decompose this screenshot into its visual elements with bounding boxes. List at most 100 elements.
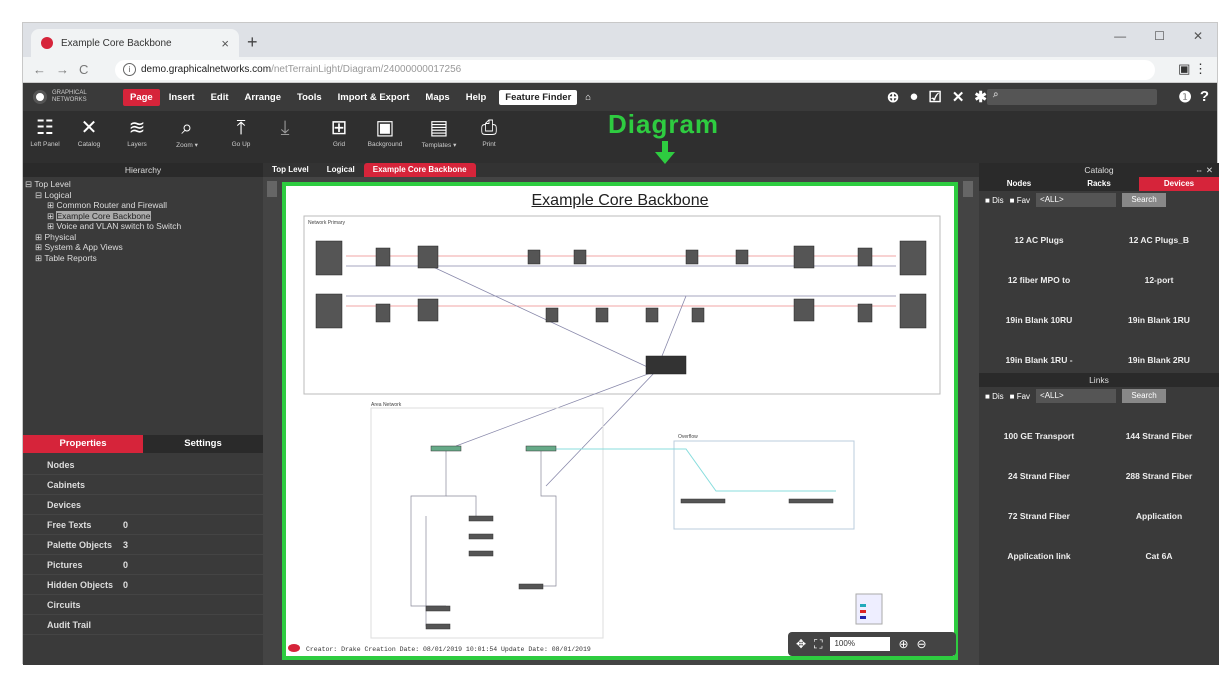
catalog-link-item[interactable]: 100 GE Transport xyxy=(979,405,1099,445)
switch-node[interactable] xyxy=(425,623,451,630)
device-node[interactable] xyxy=(315,293,343,329)
catalog-device-item[interactable]: 19in Blank 2RU xyxy=(1099,329,1219,369)
zoom-button[interactable]: ⌕ Zoom ▾ xyxy=(165,115,209,149)
device-node[interactable] xyxy=(793,245,815,269)
menu-insert[interactable]: Insert xyxy=(162,89,202,106)
circle-icon[interactable]: ● xyxy=(909,88,918,106)
device-node[interactable] xyxy=(545,307,559,323)
collapse-handle[interactable] xyxy=(267,181,277,197)
catalog-link-item[interactable]: 24 Strand Fiber xyxy=(979,445,1099,485)
global-search-input[interactable]: ⌕ xyxy=(987,89,1157,105)
catalog-device-item[interactable]: 12 AC Plugs_B xyxy=(1099,209,1219,249)
device-node[interactable] xyxy=(375,247,391,267)
device-node[interactable] xyxy=(899,293,927,329)
tab-logical[interactable]: Logical xyxy=(318,163,364,177)
layers-button[interactable]: ≋ Layers xyxy=(115,115,159,148)
maximize-icon[interactable]: ☐ xyxy=(1154,29,1165,43)
switch-node[interactable] xyxy=(425,605,451,612)
links-type-select[interactable]: <ALL> xyxy=(1036,389,1117,403)
catalog-device-item[interactable]: 12 fiber MPO to xyxy=(979,249,1099,289)
tree-item-voice-vlan[interactable]: ⊞ Voice and VLAN switch to Switch xyxy=(23,221,263,232)
fav-checkbox[interactable]: ■ Fav xyxy=(1010,392,1030,401)
tab-properties[interactable]: Properties xyxy=(23,435,143,453)
zoom-select[interactable]: 100% xyxy=(830,637,891,651)
device-node[interactable] xyxy=(527,249,541,265)
catalog-link-item[interactable]: Application xyxy=(1099,485,1219,525)
catalog-link-item[interactable]: 72 Strand Fiber xyxy=(979,485,1099,525)
device-node[interactable] xyxy=(573,249,587,265)
templates-button[interactable]: ▤ Templates ▾ xyxy=(417,115,461,149)
device-node[interactable] xyxy=(417,298,439,322)
minimize-icon[interactable]: — xyxy=(1114,29,1126,43)
back-icon[interactable]: ← xyxy=(33,62,56,77)
switch-node[interactable] xyxy=(468,533,494,540)
panel-pin-close-icon[interactable]: ⇔ ✕ xyxy=(1195,163,1213,177)
catalog-link-item[interactable]: 288 Strand Fiber xyxy=(1099,445,1219,485)
catalog-link-item[interactable]: Application link xyxy=(979,525,1099,565)
devices-search-button[interactable]: Search xyxy=(1122,193,1167,207)
device-node[interactable] xyxy=(857,247,873,267)
device-node[interactable] xyxy=(315,240,343,276)
edit-icon[interactable]: ☑ xyxy=(928,88,941,106)
new-tab-button[interactable]: + xyxy=(247,32,258,53)
tree-item-example-core-backbone[interactable]: ⊞ Example Core Backbone xyxy=(23,210,263,222)
print-button[interactable]: ⎙ Print xyxy=(467,115,511,148)
feature-finder-button[interactable]: Feature Finder xyxy=(499,89,578,105)
reload-icon[interactable]: C xyxy=(79,62,98,77)
catalog-device-item[interactable]: 19in Blank 10RU xyxy=(979,289,1099,329)
tree-item-logical[interactable]: ⊟ Logical xyxy=(23,190,263,201)
switch-node[interactable] xyxy=(525,445,557,452)
menu-tools[interactable]: Tools xyxy=(290,89,329,106)
port-strip[interactable] xyxy=(680,498,726,504)
url-input[interactable]: i demo.graphicalnetworks.com/netTerrainL… xyxy=(115,60,1155,80)
tab-close-icon[interactable]: × xyxy=(221,36,229,51)
switch-node[interactable] xyxy=(430,445,462,452)
tree-item-system-app-views[interactable]: ⊞ System & App Views xyxy=(23,242,263,253)
tree-item-table-reports[interactable]: ⊞ Table Reports xyxy=(23,253,263,264)
catalog-link-item[interactable]: 144 Strand Fiber xyxy=(1099,405,1219,445)
menu-help[interactable]: Help xyxy=(459,89,494,106)
port-strip[interactable] xyxy=(788,498,834,504)
forward-icon[interactable]: → xyxy=(56,62,79,77)
window-close-icon[interactable]: ✕ xyxy=(1193,29,1203,43)
fav-checkbox[interactable]: ■ Fav xyxy=(1010,196,1030,205)
device-node[interactable] xyxy=(417,245,439,269)
zoom-in-icon[interactable]: ⊕ xyxy=(898,637,908,651)
device-node[interactable] xyxy=(735,249,749,265)
browser-menu-icon[interactable]: ▣ ⋮ xyxy=(1178,61,1207,77)
tab-nodes[interactable]: Nodes xyxy=(979,177,1059,191)
menu-arrange[interactable]: Arrange xyxy=(238,89,288,106)
router-device[interactable] xyxy=(645,355,687,375)
go-up-button[interactable]: ⤒ Go Up xyxy=(219,115,263,148)
tools-icon[interactable]: ✕ xyxy=(952,88,965,106)
device-node[interactable] xyxy=(645,307,659,323)
device-node[interactable] xyxy=(375,303,391,323)
catalog-device-item[interactable]: 19in Blank 1RU xyxy=(1099,289,1219,329)
tab-settings[interactable]: Settings xyxy=(143,435,263,453)
dis-checkbox[interactable]: ■ Dis xyxy=(985,196,1004,205)
tab-example-core-backbone[interactable]: Example Core Backbone xyxy=(363,163,476,177)
download-button[interactable]: ⤓ xyxy=(263,115,307,141)
menu-import-export[interactable]: Import & Export xyxy=(331,89,417,106)
home-icon[interactable]: ⌂ xyxy=(585,92,591,103)
left-panel-button[interactable]: ☷ Left Panel xyxy=(23,115,67,148)
tree-item-common-router[interactable]: ⊞ Common Router and Firewall xyxy=(23,200,263,211)
menu-maps[interactable]: Maps xyxy=(418,89,456,106)
catalog-link-item[interactable]: Cat 6A xyxy=(1099,525,1219,565)
dis-checkbox[interactable]: ■ Dis xyxy=(985,392,1004,401)
grid-button[interactable]: ⊞ Grid xyxy=(317,115,361,148)
tab-top-level[interactable]: Top Level xyxy=(263,163,318,177)
catalog-device-item[interactable]: 12 AC Plugs xyxy=(979,209,1099,249)
background-button[interactable]: ▣ Background xyxy=(363,115,407,148)
tab-racks[interactable]: Racks xyxy=(1059,177,1139,191)
device-node[interactable] xyxy=(793,298,815,322)
globe-icon[interactable]: ⊕ xyxy=(887,88,900,106)
fit-screen-icon[interactable]: ⛶ xyxy=(814,637,822,652)
diagram-canvas[interactable]: Example Core Backbone Network Primary Ar… xyxy=(282,182,958,660)
catalog-device-item[interactable]: 12-port xyxy=(1099,249,1219,289)
pan-icon[interactable]: ✥ xyxy=(796,637,806,651)
info-icon[interactable]: ❶ xyxy=(1178,88,1191,106)
menu-edit[interactable]: Edit xyxy=(204,89,236,106)
switch-node[interactable] xyxy=(468,515,494,522)
zoom-out-icon[interactable]: ⊖ xyxy=(917,637,927,651)
